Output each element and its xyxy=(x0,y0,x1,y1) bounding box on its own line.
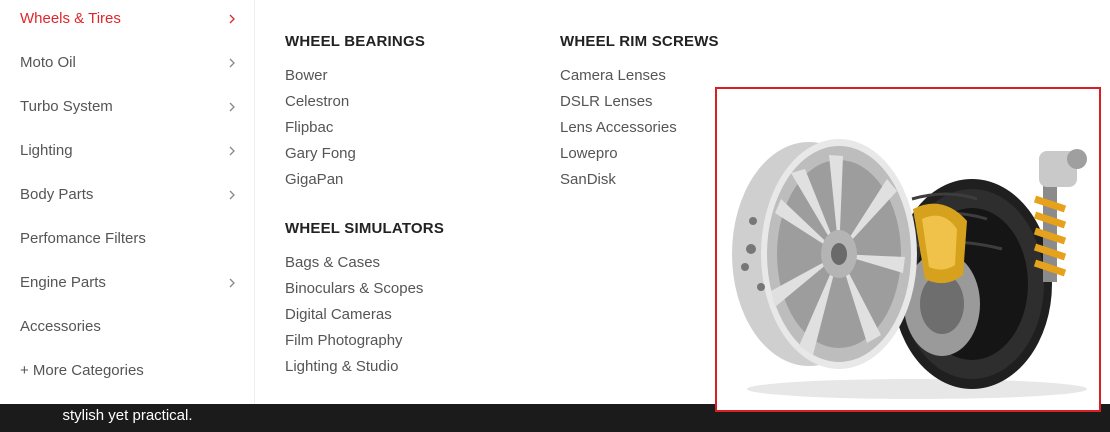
banner-image-frame[interactable] xyxy=(715,87,1101,412)
menu-link[interactable]: DSLR Lenses xyxy=(560,92,719,118)
menu-link[interactable]: Film Photography xyxy=(285,331,444,357)
menu-link[interactable]: Lens Accessories xyxy=(560,118,719,144)
menu-link[interactable]: Lowepro xyxy=(560,144,719,170)
sidebar-item-lighting[interactable]: Lighting xyxy=(0,132,254,176)
sidebar-item-more-categories[interactable]: + More Categories xyxy=(0,352,254,396)
sidebar-item-label: Engine Parts xyxy=(20,274,106,291)
sidebar-item-body-parts[interactable]: Body Parts xyxy=(0,176,254,220)
menu-link[interactable]: Digital Cameras xyxy=(285,305,444,331)
sidebar-item-turbo-system[interactable]: Turbo System xyxy=(0,88,254,132)
category-sidebar: Wheels & Tires Moto Oil Turbo System Lig… xyxy=(0,0,255,404)
menu-link[interactable]: Bower xyxy=(285,66,425,92)
menu-link[interactable]: Celestron xyxy=(285,92,425,118)
sidebar-item-label: Wheels & Tires xyxy=(20,10,121,27)
sidebar-item-label: Perfomance Filters xyxy=(20,230,146,247)
sidebar-item-wheels-tires[interactable]: Wheels & Tires xyxy=(0,0,254,44)
sidebar-item-label: Accessories xyxy=(20,318,101,335)
menu-link[interactable]: Bags & Cases xyxy=(285,253,444,279)
wheel-assembly-image xyxy=(732,139,1087,399)
column-title: WHEEL BEARINGS xyxy=(285,33,426,50)
sidebar-item-label: Lighting xyxy=(20,142,73,159)
chevron-right-icon xyxy=(226,264,238,302)
sidebar-item-performance-filters[interactable]: Perfomance Filters xyxy=(0,220,254,264)
menu-link[interactable]: SanDisk xyxy=(560,170,719,196)
menu-link[interactable]: Binoculars & Scopes xyxy=(285,279,444,305)
menu-column-wheel-rim-screws: WHEEL RIM SCREWS Camera Lenses DSLR Lens… xyxy=(560,33,719,196)
sidebar-item-label: Turbo System xyxy=(20,98,113,115)
menu-link[interactable]: Camera Lenses xyxy=(560,66,719,92)
menu-link[interactable]: Gary Fong xyxy=(285,144,425,170)
menu-link[interactable]: Lighting & Studio xyxy=(285,357,444,383)
chevron-right-icon xyxy=(226,88,238,126)
sidebar-item-moto-oil[interactable]: Moto Oil xyxy=(0,44,254,88)
column-title: WHEEL SIMULATORS xyxy=(285,220,445,237)
sidebar-item-label: Body Parts xyxy=(20,186,94,203)
menu-link[interactable]: Flipbac xyxy=(285,118,425,144)
sidebar-item-label: + More Categories xyxy=(20,362,144,379)
menu-link[interactable]: GigaPan xyxy=(285,170,425,196)
sidebar-item-engine-parts[interactable]: Engine Parts xyxy=(0,264,254,308)
chevron-right-icon xyxy=(226,132,238,170)
menu-column-wheel-simulators: WHEEL SIMULATORS Bags & Cases Binoculars… xyxy=(285,220,444,383)
sidebar-item-label: Moto Oil xyxy=(20,54,76,71)
chevron-right-icon xyxy=(226,44,238,82)
chevron-right-icon xyxy=(226,176,238,214)
column-title: WHEEL RIM SCREWS xyxy=(560,33,719,50)
sidebar-item-accessories[interactable]: Accessories xyxy=(0,308,254,352)
promo-text: stylish yet practical. xyxy=(62,407,193,424)
chevron-right-icon xyxy=(226,0,238,38)
menu-column-wheel-bearings: WHEEL BEARINGS Bower Celestron Flipbac G… xyxy=(285,33,425,196)
